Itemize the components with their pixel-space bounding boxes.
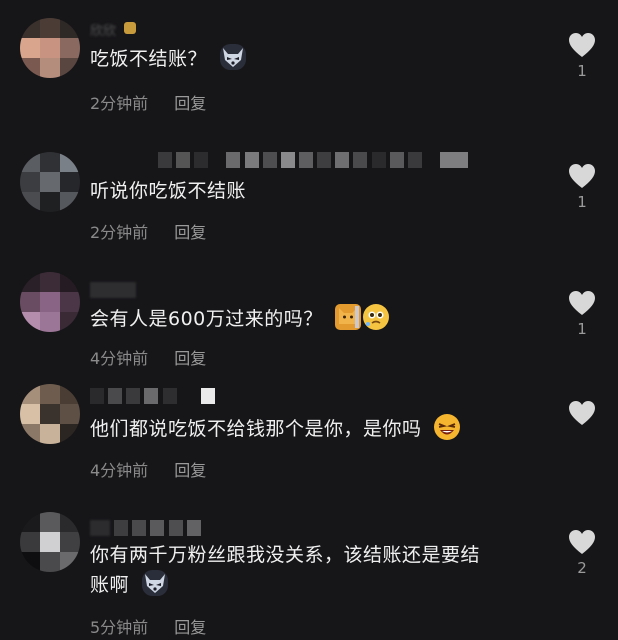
heart-icon	[569, 33, 595, 57]
laughing-face-emoji-icon	[434, 414, 461, 440]
like-count: 1	[577, 320, 587, 338]
comment-text: 会有人是600万过来的吗？	[90, 304, 550, 334]
avatar[interactable]	[20, 384, 80, 444]
reply-button[interactable]: 回复	[174, 618, 206, 637]
reply-button[interactable]: 回复	[174, 349, 206, 368]
username[interactable]	[90, 282, 136, 298]
comment-text: 吃饭不结账？	[90, 44, 550, 74]
avatar[interactable]	[20, 18, 80, 78]
reply-button[interactable]: 回复	[174, 223, 206, 242]
username[interactable]	[90, 520, 201, 536]
like-button[interactable]: 1	[564, 32, 600, 80]
heart-icon	[569, 164, 595, 188]
timestamp: 2分钟前	[90, 94, 149, 113]
timestamp: 4分钟前	[90, 461, 149, 480]
timestamp: 2分钟前	[90, 223, 149, 242]
heart-icon	[569, 530, 595, 554]
avatar[interactable]	[20, 272, 80, 332]
cat-emoji-icon	[335, 304, 362, 330]
username[interactable]	[90, 152, 468, 168]
like-count: 2	[577, 559, 587, 577]
like-count: 1	[577, 193, 587, 211]
crying-face-emoji-icon	[363, 304, 390, 330]
like-count: 1	[577, 62, 587, 80]
like-button[interactable]: 1	[564, 163, 600, 211]
comment-text: 你有两千万粉丝跟我没关系，该结账还是要结 账啊	[90, 544, 481, 596]
comment-meta: 2分钟前 回复	[90, 219, 206, 243]
timestamp: 4分钟前	[90, 349, 149, 368]
comment-meta: 2分钟前 回复	[90, 90, 206, 114]
avatar[interactable]	[20, 152, 80, 212]
avatar[interactable]	[20, 512, 80, 572]
comment-text: 听说你吃饭不结账	[90, 180, 247, 202]
comment-text: 他们都说吃饭不给钱那个是你，是你吗	[90, 414, 550, 444]
wolf-emoji-icon	[141, 570, 168, 596]
timestamp: 5分钟前	[90, 618, 149, 637]
wolf-emoji-icon	[219, 44, 246, 70]
username[interactable]: 欣欣	[90, 20, 137, 39]
like-button[interactable]: 2	[564, 529, 600, 577]
comment-meta: 4分钟前 回复	[90, 345, 206, 369]
like-button[interactable]	[564, 400, 600, 430]
username[interactable]	[90, 388, 215, 404]
reply-button[interactable]: 回复	[174, 461, 206, 480]
like-button[interactable]: 1	[564, 290, 600, 338]
heart-icon	[569, 291, 595, 315]
comment-meta: 5分钟前 回复	[90, 614, 206, 638]
badge-icon	[124, 22, 137, 34]
reply-button[interactable]: 回复	[174, 94, 206, 113]
comment-meta: 4分钟前 回复	[90, 457, 206, 481]
heart-icon	[569, 401, 595, 425]
